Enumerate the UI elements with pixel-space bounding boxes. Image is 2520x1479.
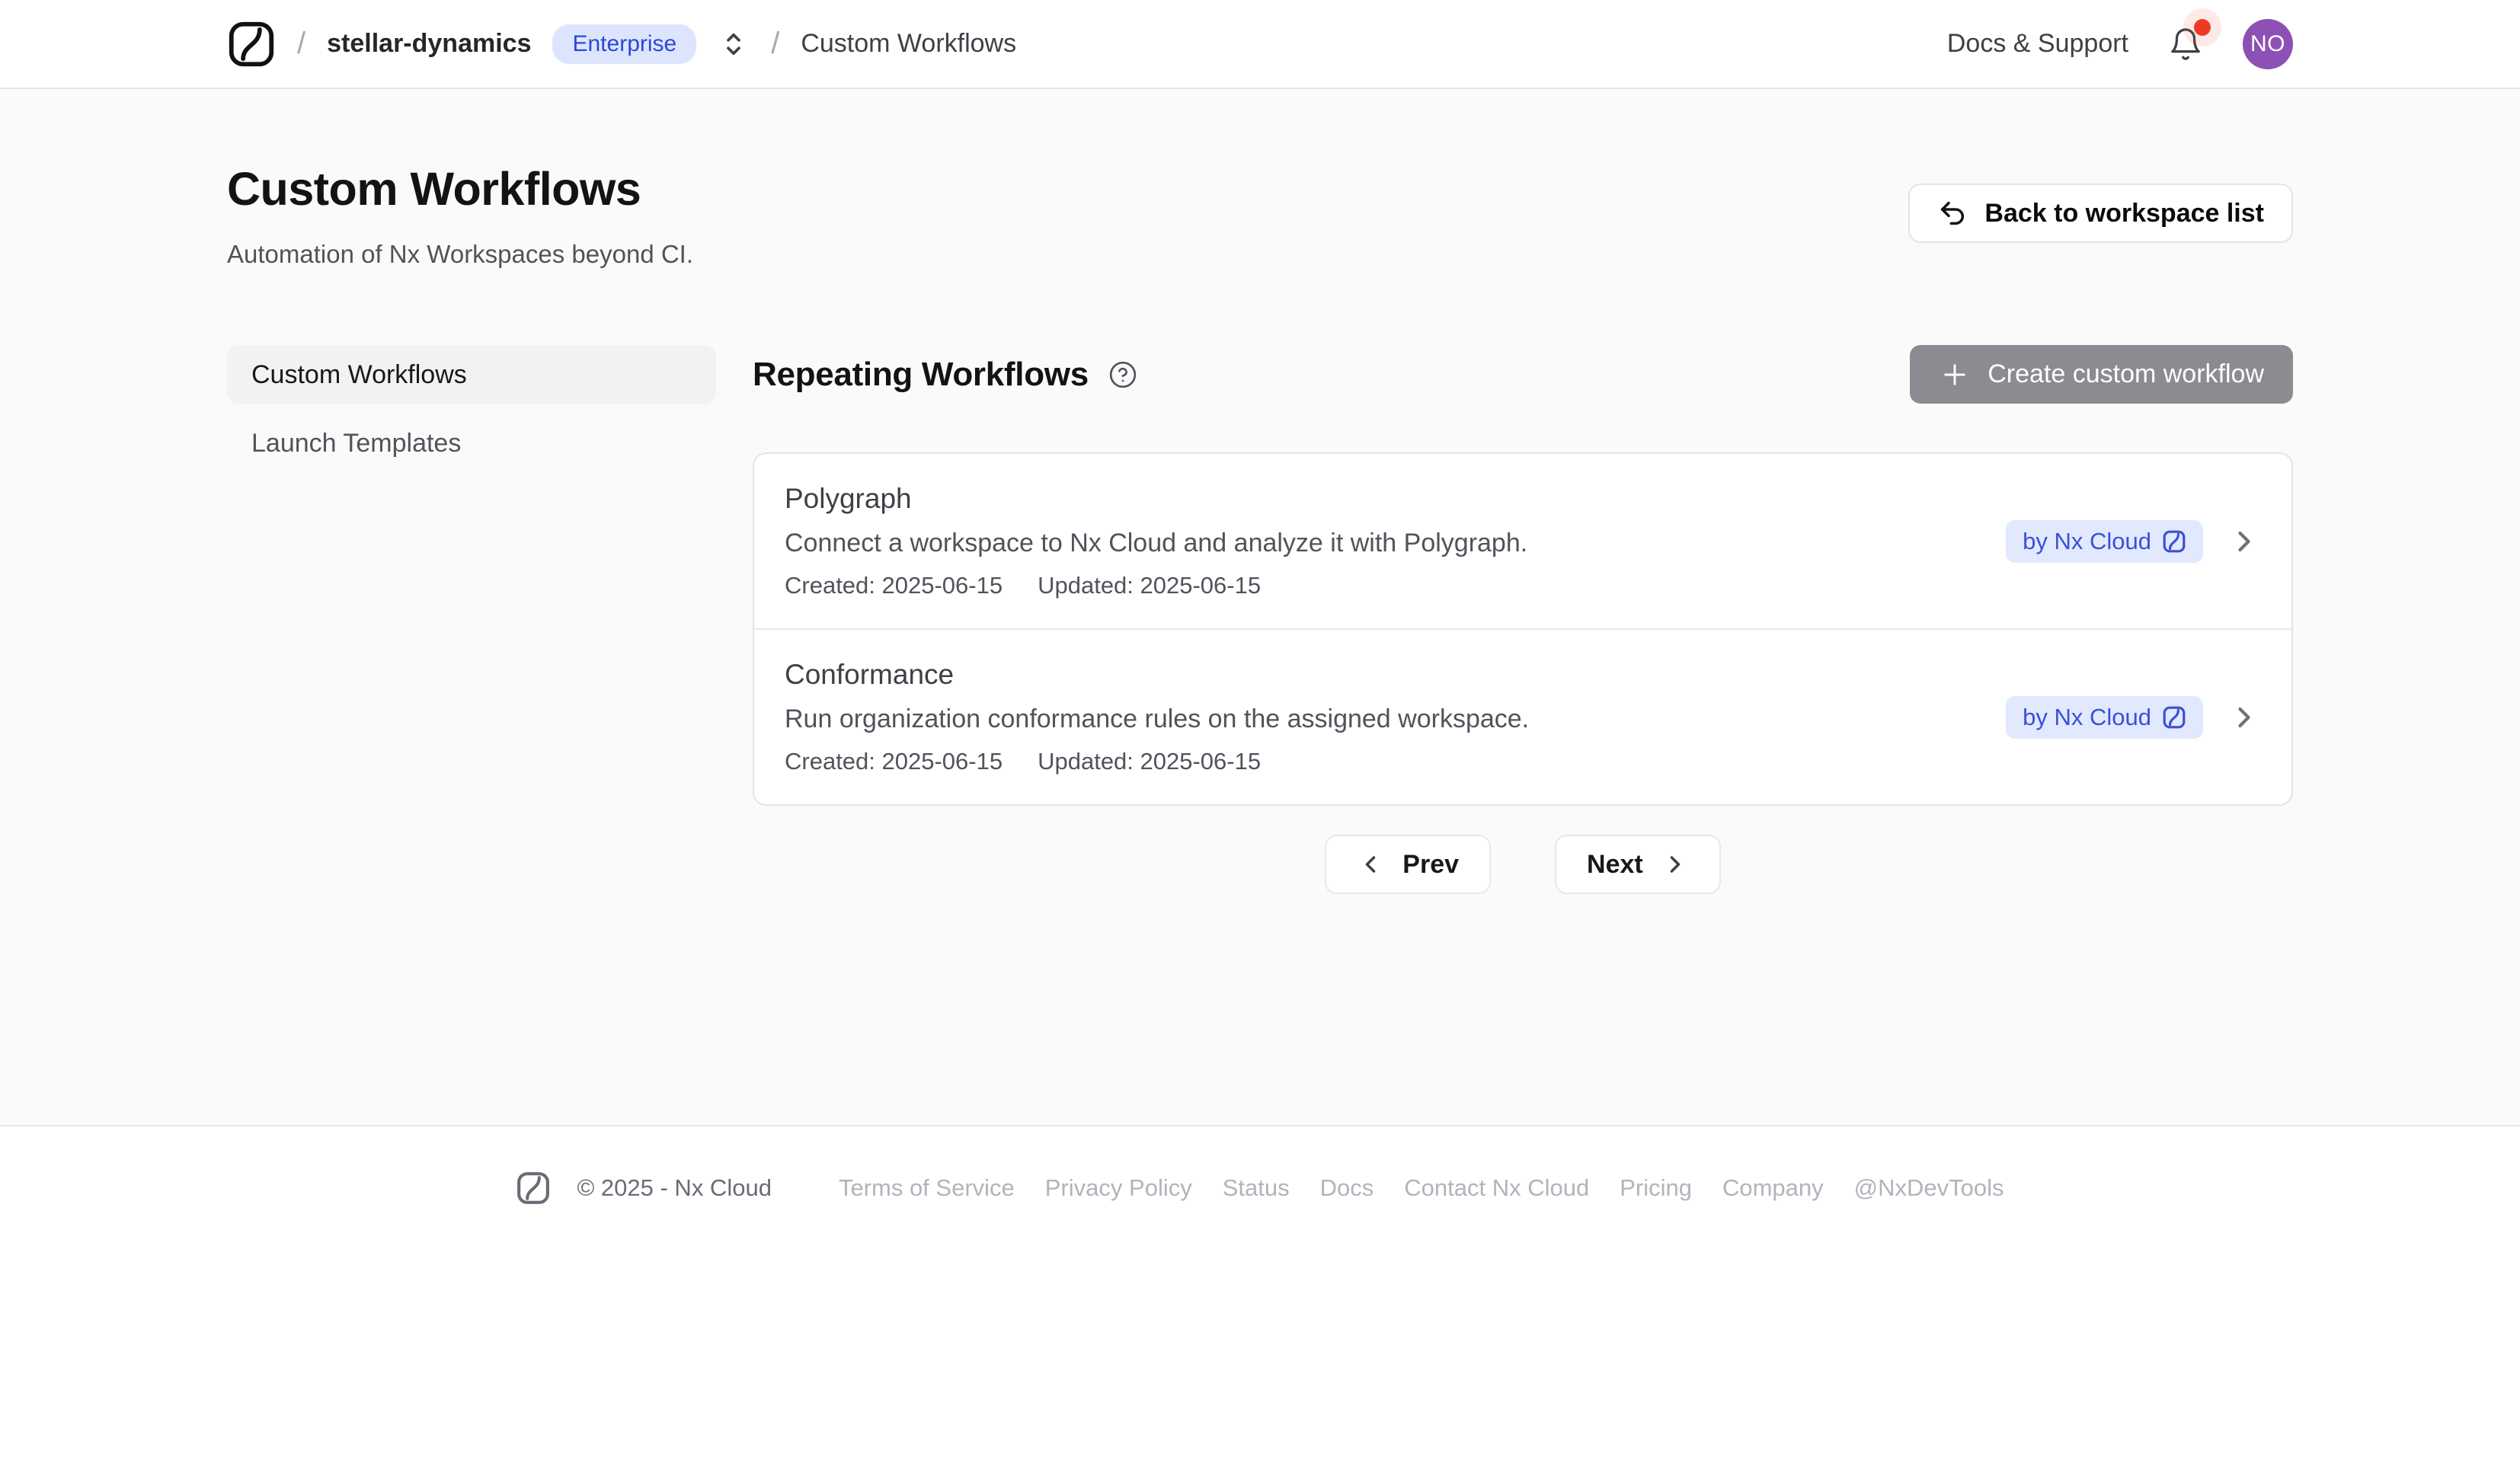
chevron-right-icon[interactable] bbox=[2227, 701, 2261, 734]
sidebar-item[interactable]: Launch Templates bbox=[227, 414, 716, 473]
chevron-left-icon bbox=[1357, 851, 1384, 878]
workflow-name: Polygraph bbox=[785, 483, 1527, 515]
workflow-created: Created: 2025-06-15 bbox=[785, 748, 1003, 775]
sidebar-item[interactable]: Custom Workflows bbox=[227, 345, 716, 404]
undo-arrow-icon bbox=[1937, 198, 1968, 228]
by-nx-cloud-badge[interactable]: by Nx Cloud bbox=[2006, 696, 2203, 739]
help-circle-icon[interactable] bbox=[1108, 360, 1137, 389]
footer-link[interactable]: Status bbox=[1223, 1174, 1290, 1202]
create-custom-workflow-button[interactable]: Create custom workflow bbox=[1910, 345, 2293, 404]
workflows-sidebar: Custom Workflows Launch Templates bbox=[227, 345, 716, 473]
footer-link[interactable]: Contact Nx Cloud bbox=[1404, 1174, 1589, 1202]
footer-links: Terms of Service Privacy Policy Status D… bbox=[839, 1174, 2004, 1202]
back-to-workspace-list-button[interactable]: Back to workspace list bbox=[1908, 184, 2293, 243]
breadcrumb-page: Custom Workflows bbox=[801, 29, 1016, 59]
workflow-row[interactable]: Polygraph Connect a workspace to Nx Clou… bbox=[754, 454, 2291, 628]
top-navbar: / stellar-dynamics Enterprise / Custom W… bbox=[0, 0, 2520, 89]
pagination: Prev Next bbox=[753, 835, 2293, 894]
nx-cloud-mini-logo-icon bbox=[2162, 529, 2186, 554]
chevron-right-icon[interactable] bbox=[2227, 525, 2261, 558]
workflow-name: Conformance bbox=[785, 659, 1529, 691]
workflow-updated: Updated: 2025-06-15 bbox=[1038, 572, 1261, 599]
page-footer: © 2025 - Nx Cloud Terms of Service Priva… bbox=[0, 1125, 2520, 1479]
page-title: Custom Workflows bbox=[227, 162, 693, 216]
breadcrumb: / stellar-dynamics Enterprise / Custom W… bbox=[227, 20, 1016, 69]
workflow-created: Created: 2025-06-15 bbox=[785, 572, 1003, 599]
by-nx-cloud-badge[interactable]: by Nx Cloud bbox=[2006, 520, 2203, 563]
main-section: Custom Workflows Automation of Nx Worksp… bbox=[0, 89, 2520, 1125]
navbar-actions: Docs & Support NO bbox=[1947, 19, 2293, 69]
workflow-updated: Updated: 2025-06-15 bbox=[1038, 748, 1261, 775]
user-avatar[interactable]: NO bbox=[2243, 19, 2293, 69]
page-subtitle: Automation of Nx Workspaces beyond CI. bbox=[227, 240, 693, 269]
next-page-button[interactable]: Next bbox=[1555, 835, 1721, 894]
plus-icon bbox=[1939, 359, 1971, 391]
notifications-bell-icon[interactable] bbox=[2168, 25, 2203, 63]
workflow-row[interactable]: Conformance Run organization conformance… bbox=[754, 628, 2291, 804]
breadcrumb-separator: / bbox=[771, 27, 779, 61]
nx-logo-icon[interactable] bbox=[227, 20, 276, 69]
nx-footer-logo-icon[interactable] bbox=[516, 1171, 551, 1206]
footer-link[interactable]: Docs bbox=[1320, 1174, 1374, 1202]
workflow-description: Run organization conformance rules on th… bbox=[785, 704, 1529, 734]
page-header: Custom Workflows Automation of Nx Worksp… bbox=[227, 162, 693, 269]
workflow-row-main: Conformance Run organization conformance… bbox=[785, 659, 1529, 775]
nx-cloud-mini-logo-icon bbox=[2162, 705, 2186, 730]
notification-dot bbox=[2194, 19, 2211, 36]
workflow-description: Connect a workspace to Nx Cloud and anal… bbox=[785, 529, 1527, 558]
workflow-row-main: Polygraph Connect a workspace to Nx Clou… bbox=[785, 483, 1527, 599]
workflow-list: Polygraph Connect a workspace to Nx Clou… bbox=[753, 452, 2293, 806]
copyright-text: © 2025 - Nx Cloud bbox=[577, 1174, 771, 1202]
chevron-right-icon bbox=[1661, 851, 1689, 878]
breadcrumb-separator: / bbox=[297, 27, 305, 61]
footer-link[interactable]: Terms of Service bbox=[839, 1174, 1015, 1202]
breadcrumb-org[interactable]: stellar-dynamics bbox=[327, 29, 531, 59]
footer-link[interactable]: @NxDevTools bbox=[1854, 1174, 2004, 1202]
sidebar-item-label: Custom Workflows bbox=[251, 360, 467, 390]
enterprise-badge: Enterprise bbox=[552, 24, 696, 64]
footer-link[interactable]: Company bbox=[1722, 1174, 1824, 1202]
prev-page-button[interactable]: Prev bbox=[1325, 835, 1491, 894]
footer-link[interactable]: Pricing bbox=[1620, 1174, 1692, 1202]
workspace-switcher-icon[interactable] bbox=[718, 28, 750, 60]
footer-link[interactable]: Privacy Policy bbox=[1045, 1174, 1192, 1202]
docs-support-link[interactable]: Docs & Support bbox=[1947, 29, 2128, 59]
section-title: Repeating Workflows bbox=[753, 356, 1089, 394]
sidebar-item-label: Launch Templates bbox=[251, 429, 461, 458]
